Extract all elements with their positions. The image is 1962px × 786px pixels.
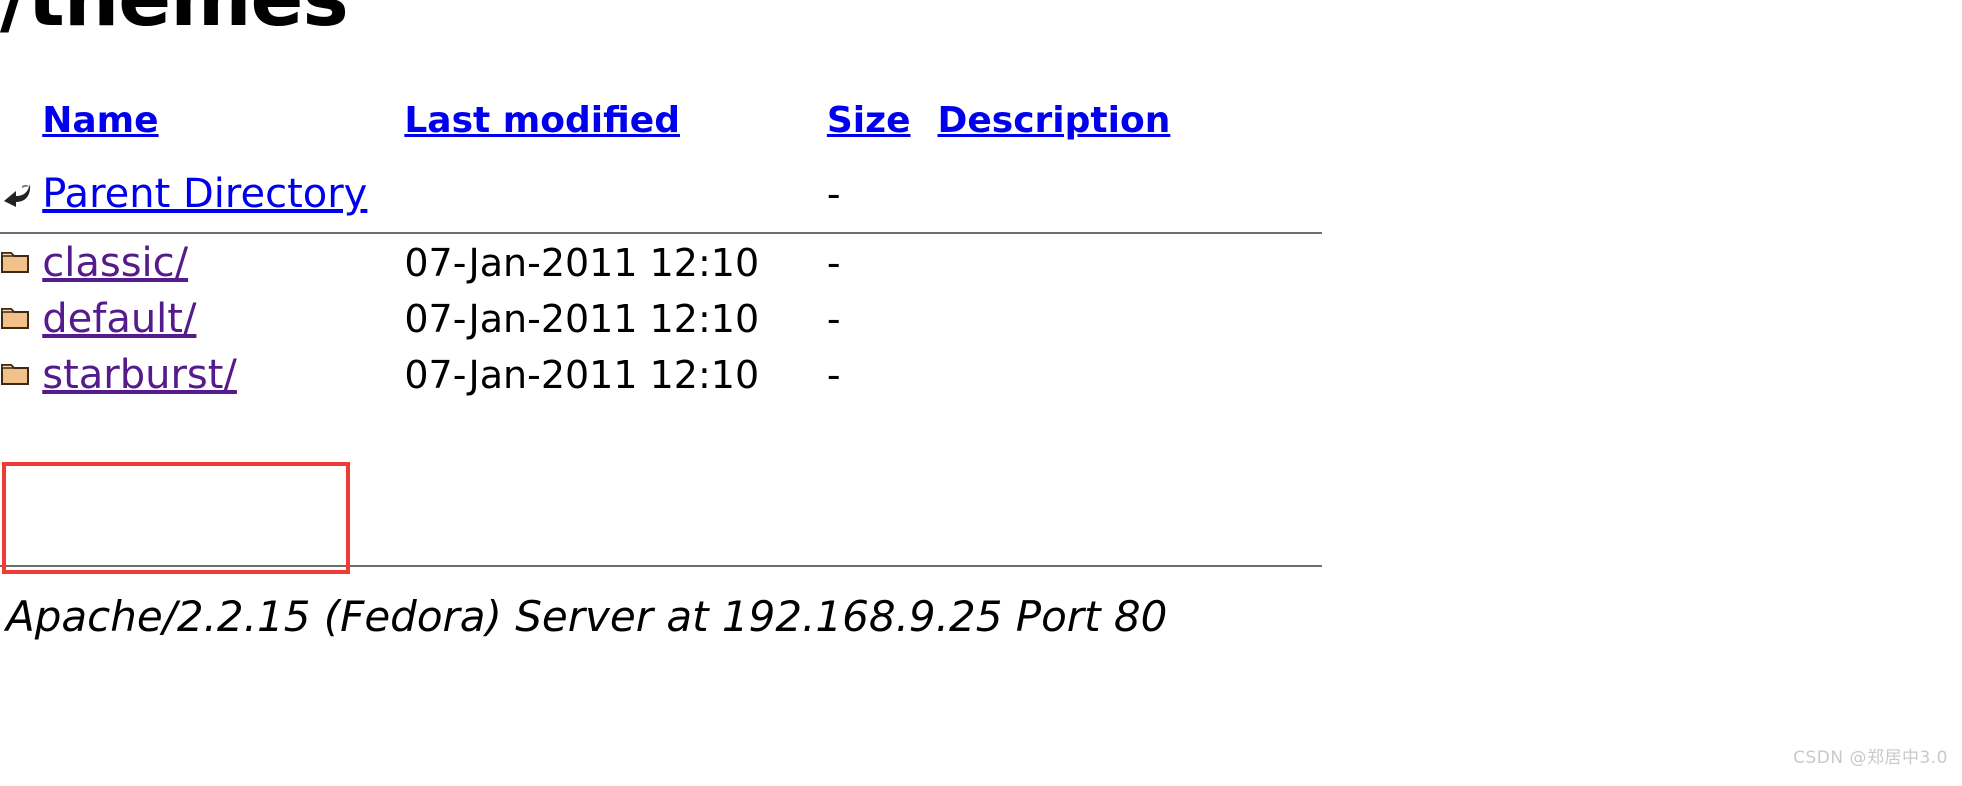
footer-divider (0, 565, 1322, 567)
row-icon-cell (0, 153, 42, 235)
row-last-modified-cell: 07-Jan-2011 12:10 (404, 241, 760, 285)
folder-icon (0, 304, 36, 338)
row-name-cell[interactable]: starburst/ (42, 347, 404, 403)
column-header-last-modified-link[interactable]: Last modified (404, 100, 680, 141)
link-starburst[interactable]: starburst/ (42, 352, 237, 398)
column-header-size[interactable]: Size (827, 100, 938, 153)
row-name-cell[interactable]: Parent Directory (42, 153, 404, 235)
row-icon-cell (0, 347, 42, 403)
row-name-cell[interactable]: classic/ (42, 235, 404, 291)
page-title: /themes (0, 0, 349, 44)
row-description-cell (937, 291, 1360, 347)
row-last-modified-cell: 07-Jan-2011 12:10 (404, 297, 760, 341)
header-divider (0, 232, 1322, 234)
row-description-cell (937, 347, 1360, 403)
column-header-name-link[interactable]: Name (42, 100, 158, 141)
folder-icon (0, 248, 36, 282)
table-row[interactable]: default/ 07-Jan-2011 12:10 - (0, 291, 1360, 347)
row-icon-cell (0, 235, 42, 291)
row-size-cell: - (826, 297, 841, 341)
row-icon-cell (0, 291, 42, 347)
table-row[interactable]: starburst/ 07-Jan-2011 12:10 - (0, 347, 1360, 403)
folder-icon (0, 360, 36, 394)
table-row[interactable]: Parent Directory - (0, 153, 1360, 235)
row-description-cell (937, 153, 1360, 235)
row-size-cell: - (826, 172, 841, 216)
column-header-description-link[interactable]: Description (937, 100, 1170, 141)
row-name-cell[interactable]: default/ (42, 291, 404, 347)
back-arrow-icon (0, 179, 36, 213)
row-size-cell: - (826, 353, 841, 397)
link-default[interactable]: default/ (42, 296, 196, 342)
table-header-row: Name Last modified Size Description (0, 100, 1360, 153)
row-size-cell: - (826, 241, 841, 285)
link-classic[interactable]: classic/ (42, 240, 188, 286)
row-description-cell (937, 235, 1360, 291)
annotation-rectangle (2, 462, 350, 574)
watermark: CSDN @郑居中3.0 (1793, 748, 1948, 768)
column-header-description[interactable]: Description (937, 100, 1360, 153)
row-last-modified-cell (404, 153, 826, 235)
table-row[interactable]: classic/ 07-Jan-2011 12:10 - (0, 235, 1360, 291)
row-last-modified-cell: 07-Jan-2011 12:10 (404, 353, 760, 397)
column-header-size-link[interactable]: Size (827, 100, 911, 141)
column-header-last-modified[interactable]: Last modified (404, 100, 826, 153)
link-parent-directory[interactable]: Parent Directory (42, 171, 367, 217)
header-icon-spacer (0, 100, 42, 153)
server-signature: Apache/2.2.15 (Fedora) Server at 192.168… (6, 592, 1168, 641)
column-header-name[interactable]: Name (42, 100, 404, 153)
directory-listing-table: Name Last modified Size Description Pare… (0, 100, 1360, 403)
